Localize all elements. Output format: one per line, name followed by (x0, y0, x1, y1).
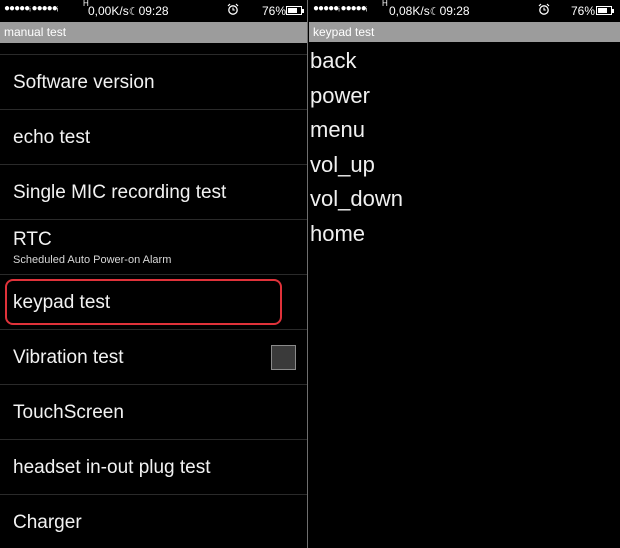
vibration-checkbox[interactable] (271, 345, 296, 370)
keypad-test-screen: ●●●●●ᵢ ●●●●●ᵢ H 0,08K/s☾09:28 76% keypad… (309, 0, 620, 548)
list-item-rtc[interactable]: RTC Scheduled Auto Power-on Alarm (0, 220, 307, 275)
list-item-software-version[interactable]: Software version (0, 55, 307, 110)
list-item-label: Vibration test (13, 347, 124, 368)
signal-strength-icon: ●●●●●ᵢ ●●●●●ᵢ (4, 3, 58, 14)
list-item-label: headset in-out plug test (13, 457, 211, 478)
list-item-label: Single MIC recording test (13, 182, 227, 203)
manual-test-screen: ●●●●●ᵢ ●●●●●ᵢ H 0,00K/s☾09:28 76% manual… (0, 0, 307, 548)
test-list: Software version echo test Single MIC reco… (0, 43, 307, 548)
battery-icon (286, 6, 304, 15)
list-item-headset-in-out-plug-test[interactable]: headset in-out plug test (0, 440, 307, 495)
list-item-label: Software version (13, 72, 155, 93)
battery-percent: 76% (262, 4, 287, 18)
network-type: H (382, 0, 388, 8)
list-item-single-mic-recording-test[interactable]: Single MIC recording test (0, 165, 307, 220)
key-list: back power menu vol_up vol_downhome (309, 42, 620, 252)
battery-icon (596, 6, 614, 15)
list-item-keypad-test[interactable]: keypad test (0, 275, 307, 330)
list-item-label: Charger (13, 512, 82, 533)
pane-divider (307, 0, 308, 548)
key-entry-vol-down: vol_down (310, 186, 403, 212)
status-bar: ●●●●●ᵢ ●●●●●ᵢ H 0,08K/s☾09:28 76% (309, 0, 620, 22)
app-title: manual test (0, 22, 307, 43)
data-speed: 0,00K/s (88, 4, 129, 18)
key-entry-menu: menu (310, 117, 366, 143)
list-item-echo-test[interactable]: echo test (0, 110, 307, 165)
data-speed: 0,08K/s (389, 4, 430, 18)
list-item-label: echo test (13, 127, 91, 148)
signal-strength-icon: ●●●●●ᵢ ●●●●●ᵢ (313, 3, 367, 14)
list-item-charger[interactable]: Charger (0, 495, 307, 548)
key-entry-power: power (310, 82, 370, 108)
moon-icon: ☾ (128, 6, 139, 18)
alarm-clock-icon (227, 3, 239, 15)
list-item-subtitle: Scheduled Auto Power-on Alarm (13, 254, 172, 266)
key-entry-vol-up: vol_up (310, 151, 375, 177)
list-item-touchscreen[interactable]: TouchScreen (0, 385, 307, 440)
key-entry-back: back (310, 48, 357, 73)
key-entry-home: home (310, 220, 366, 246)
list-item-label: keypad test (13, 292, 111, 313)
divider (0, 43, 307, 55)
status-bar: ●●●●●ᵢ ●●●●●ᵢ H 0,00K/s☾09:28 76% (0, 0, 307, 22)
clock: 09:28 (138, 4, 169, 18)
list-item-label: TouchScreen (13, 402, 124, 423)
alarm-clock-icon (538, 3, 550, 15)
battery-fill (598, 8, 608, 13)
list-item-label: RTC (13, 229, 52, 250)
app-title: keypad test (309, 22, 620, 42)
moon-icon: ☾ (429, 6, 440, 18)
list-item-vibration-test[interactable]: Vibration test (0, 330, 307, 385)
battery-fill (288, 8, 298, 13)
battery-percent: 76% (571, 4, 596, 18)
clock: 09:28 (439, 4, 470, 18)
